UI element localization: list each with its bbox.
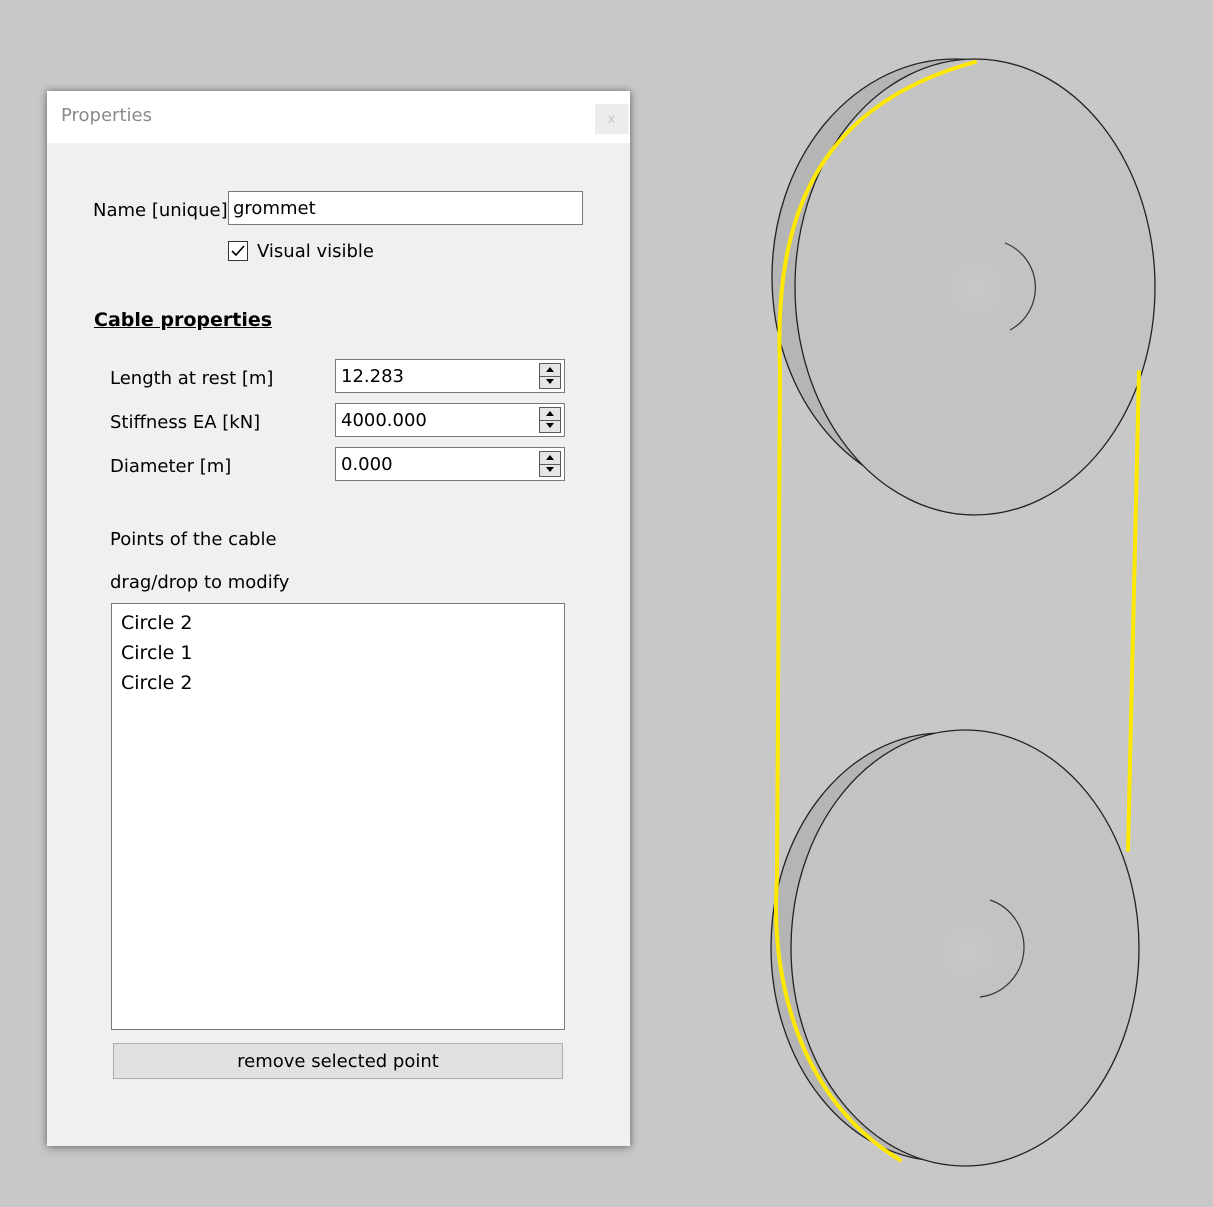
close-button[interactable]: x xyxy=(595,104,628,134)
spin-down-icon[interactable] xyxy=(540,376,560,388)
points-list[interactable]: Circle 2 Circle 1 Circle 2 xyxy=(111,603,565,1030)
points-hint: drag/drop to modify xyxy=(110,572,290,593)
length-spin-buttons[interactable] xyxy=(539,363,561,389)
diameter-label: Diameter [m] xyxy=(110,456,232,477)
diameter-spinbox[interactable]: 0.000 xyxy=(335,447,565,481)
list-item[interactable]: Circle 1 xyxy=(112,639,564,669)
diameter-value: 0.000 xyxy=(341,454,393,475)
stiffness-spinbox[interactable]: 4000.000 xyxy=(335,403,565,437)
list-item[interactable]: Circle 2 xyxy=(112,669,564,699)
spin-down-icon[interactable] xyxy=(540,420,560,432)
length-value: 12.283 xyxy=(341,366,404,387)
length-label: Length at rest [m] xyxy=(110,368,274,389)
close-icon: x xyxy=(607,111,616,127)
stiffness-value: 4000.000 xyxy=(341,410,427,431)
visual-visible-label: Visual visible xyxy=(257,241,374,262)
dialog-title: Properties xyxy=(61,105,152,126)
visual-visible-checkbox[interactable] xyxy=(228,241,248,261)
checkmark-icon xyxy=(231,245,245,257)
bottom-sheave xyxy=(770,729,1140,1167)
diameter-spin-buttons[interactable] xyxy=(539,451,561,477)
name-input[interactable] xyxy=(228,191,583,225)
top-sheave xyxy=(771,58,1156,516)
stiffness-label: Stiffness EA [kN] xyxy=(110,412,261,433)
cable-properties-heading: Cable properties xyxy=(94,309,273,331)
stiffness-spin-buttons[interactable] xyxy=(539,407,561,433)
remove-selected-point-button[interactable]: remove selected point xyxy=(113,1043,563,1079)
length-spinbox[interactable]: 12.283 xyxy=(335,359,565,393)
list-item[interactable]: Circle 2 xyxy=(112,609,564,639)
title-bar[interactable]: Properties x xyxy=(47,91,630,143)
points-heading: Points of the cable xyxy=(110,529,277,550)
spin-down-icon[interactable] xyxy=(540,464,560,476)
name-label: Name [unique] xyxy=(93,200,228,221)
properties-dialog: Properties x Name [unique] Visual visibl… xyxy=(47,91,630,1146)
